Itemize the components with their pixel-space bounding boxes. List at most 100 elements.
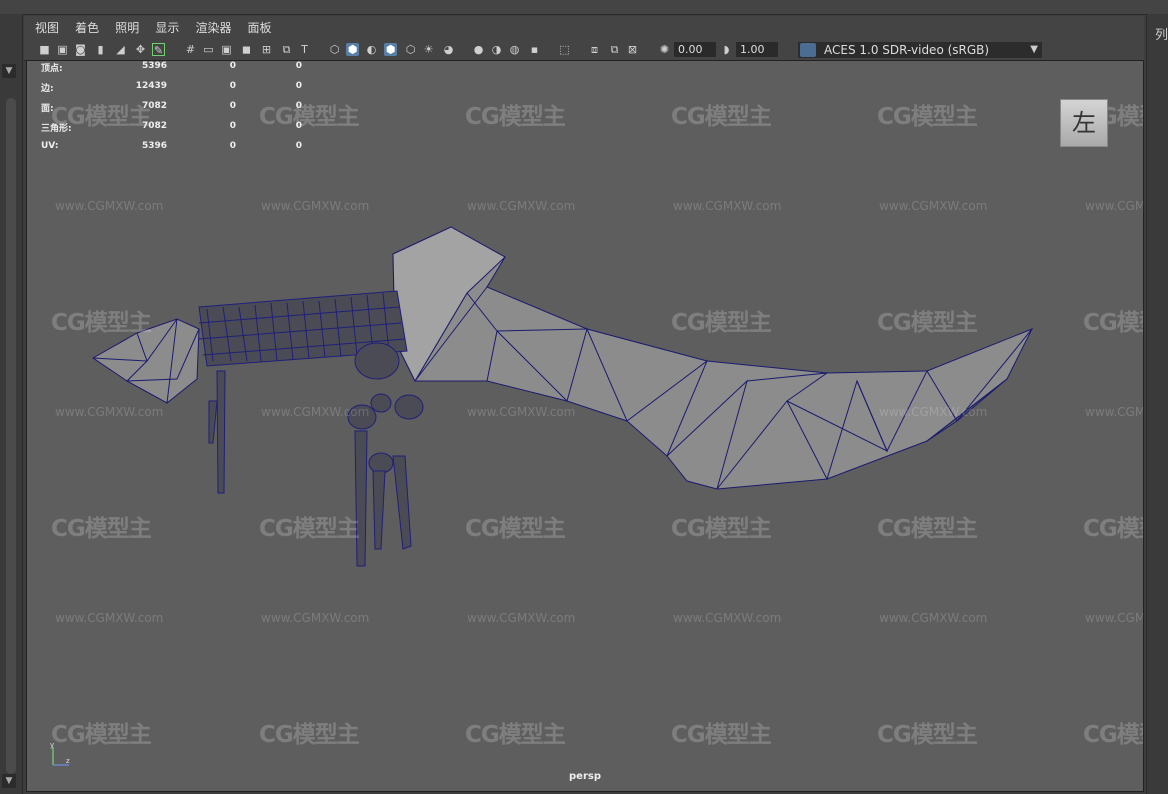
hud-row-vertices: 顶点: 5396 0 0 [41,61,302,81]
hud-value: 5396 [141,141,167,151]
chevron-down-icon: ▼ [1030,44,1038,55]
watermark-url: www.CGMXW.com [467,199,576,213]
poly-count-hud: 顶点: 5396 0 0 边: 12439 0 0 面: 7082 0 0 三角… [41,61,302,161]
exposure-icon[interactable]: ✺ [658,43,671,56]
color-management-toggle-icon[interactable] [800,43,816,57]
watermark-logo: CG模型主 [877,516,978,542]
camera-lock-icon[interactable]: ▣ [56,43,69,56]
menu-shading[interactable]: 着色 [75,16,99,40]
color-space-dropdown[interactable]: ACES 1.0 SDR-video (sRGB) ▼ [798,42,1042,58]
sword-model[interactable] [27,61,1143,791]
menu-lighting[interactable]: 照明 [115,16,139,40]
xray-joints-icon[interactable]: ⧈ [588,43,601,56]
watermark-logo: CG模型主 [671,104,772,130]
watermark-url: www.CGMXW.com [1085,611,1143,625]
xray-active-icon[interactable]: ⧉ [608,43,621,56]
collapse-arrow-icon[interactable]: ▼ [2,64,16,78]
watermark-logo: CG模型主 [51,310,152,336]
hud-value: 12439 [135,81,167,91]
camera-icon[interactable]: ■ [38,43,51,56]
hud-label: 面: [41,104,54,114]
watermark-logo: CG模型主 [259,722,360,748]
smooth-shade-icon[interactable]: ⬢ [346,43,359,56]
hud-value: 0 [229,141,236,151]
safe-action-icon[interactable]: ⧉ [280,43,293,56]
watermark-logo: CG模型主 [1083,516,1143,542]
watermark-url: www.CGMXW.com [879,611,988,625]
left-scrollbar[interactable] [6,98,16,774]
anti-aliasing-icon[interactable]: ◍ [508,43,521,56]
watermark-logo: CG模型主 [259,516,360,542]
right-side-panel: 列 [1146,14,1168,794]
watermark-url: www.CGMXW.com [55,405,164,419]
grease-pencil-icon[interactable]: ✎ [152,43,165,57]
watermark-logo: CG模型主 [671,722,772,748]
hud-label: UV: [41,141,59,151]
hud-row-faces: 面: 7082 0 0 [41,101,302,121]
bookmark-icon[interactable]: ▮ [94,43,107,56]
safe-title-icon[interactable]: T [298,43,311,56]
watermark-logo: CG模型主 [51,516,152,542]
menu-show[interactable]: 显示 [155,16,179,40]
camera-attributes-icon[interactable]: ◙ [74,43,87,56]
grid-icon[interactable]: # [184,43,197,56]
menu-panels[interactable]: 面板 [248,16,272,40]
watermark-logo: CG模型主 [1083,310,1143,336]
backface-culling-icon[interactable]: ⊠ [626,43,639,56]
watermark-logo: CG模型主 [1083,722,1143,748]
watermark-url: www.CGMXW.com [1085,405,1143,419]
wireframe-on-shaded-icon[interactable]: ⬢ [384,43,397,56]
hud-value: 7082 [141,101,167,111]
hud-label: 边: [41,84,54,94]
hud-value: 0 [229,101,236,111]
watermark-url: www.CGMXW.com [673,199,782,213]
watermark-url: www.CGMXW.com [261,199,370,213]
left-side-panel: ▼ ▼ [0,14,23,794]
watermark-url: www.CGMXW.com [467,405,576,419]
gamma-icon[interactable]: ◗ [720,43,733,56]
film-gate-icon[interactable]: ▭ [202,43,215,56]
scroll-down-icon[interactable]: ▼ [2,774,16,788]
gamma-field[interactable]: 1.00 [736,42,778,57]
watermark-logo: CG模型主 [671,310,772,336]
watermark-url: www.CGMXW.com [879,405,988,419]
isolate-select-icon[interactable]: ⬚ [558,43,571,56]
use-all-lights-icon[interactable]: ☀ [422,43,435,56]
watermark-logo: CG模型主 [877,722,978,748]
hud-value: 0 [295,141,302,151]
watermark-url: www.CGMXW.com [261,405,370,419]
hud-row-uvs: UV: 5396 0 0 [41,141,302,161]
watermark-url: www.CGMXW.com [673,611,782,625]
default-material-icon[interactable]: ◐ [365,43,378,56]
watermark-logo: CG模型主 [877,104,978,130]
xray-icon[interactable]: ⬡ [404,43,417,56]
hud-value: 0 [229,61,236,71]
exposure-field[interactable]: 0.00 [674,42,716,57]
2d-pan-zoom-icon[interactable]: ✥ [134,43,147,56]
hud-value: 5396 [141,61,167,71]
depth-of-field-icon[interactable]: ▪ [528,43,541,56]
right-panel-label[interactable]: 列 [1155,24,1168,43]
watermark-url: www.CGMXW.com [55,199,164,213]
hud-row-triangles: 三角形: 7082 0 0 [41,121,302,141]
hud-value: 0 [229,121,236,131]
watermark-url: www.CGMXW.com [55,611,164,625]
menu-view[interactable]: 视图 [35,16,59,40]
hud-row-edges: 边: 12439 0 0 [41,81,302,101]
color-space-label: ACES 1.0 SDR-video (sRGB) [824,43,990,57]
watermark-logo: CG模型主 [465,722,566,748]
gate-mask-icon[interactable]: ◼ [240,43,253,56]
motion-blur-icon[interactable]: ◑ [490,43,503,56]
wireframe-icon[interactable]: ⬡ [328,43,341,56]
hud-value: 0 [295,61,302,71]
view-cube[interactable]: 左 [1060,99,1108,147]
image-plane-icon[interactable]: ◢ [114,43,127,56]
viewport-menu-bar: 视图 着色 照明 显示 渲染器 面板 [24,16,1144,40]
shadows-icon[interactable]: ◕ [442,43,455,56]
watermark-logo: CG模型主 [465,104,566,130]
menu-renderer[interactable]: 渲染器 [195,16,231,40]
field-chart-icon[interactable]: ⊞ [260,43,273,56]
3d-viewport[interactable]: CG模型主 CG模型主 CG模型主 CG模型主 CG模型主 CG模型主 www.… [26,60,1144,792]
screen-space-ao-icon[interactable]: ● [472,43,485,56]
resolution-gate-icon[interactable]: ▣ [220,43,233,56]
